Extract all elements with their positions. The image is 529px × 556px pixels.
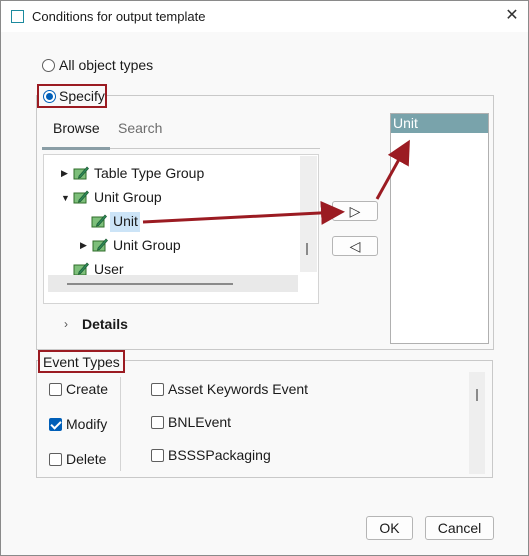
annotation-arrow xyxy=(142,200,345,225)
conditions-dialog: Conditions for output template ✕ All obj… xyxy=(0,0,529,556)
annotation-arrows xyxy=(142,139,410,225)
annotation-arrow xyxy=(375,139,410,200)
